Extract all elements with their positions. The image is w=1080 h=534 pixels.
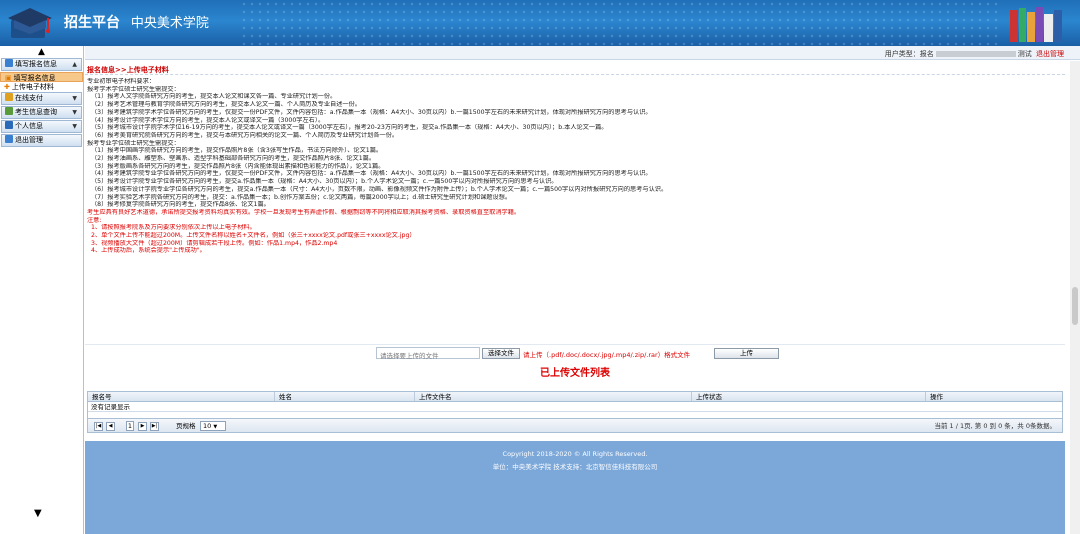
section-title: 报考专业学位硕士研究生需提交： [87,139,180,147]
footer: Copyright 2018-2020 © All Rights Reserve… [85,441,1065,534]
next-page-icon[interactable]: ▶ [138,422,147,431]
user-suffix: 测试 [1017,50,1032,58]
copyright: Copyright 2018-2020 © All Rights Reserve… [502,450,648,458]
payment-icon [5,93,13,101]
sidebar-item-upload-materials[interactable]: ✚ 上传电子材料 [0,82,83,92]
scroll-down-icon[interactable]: ▼ [34,508,42,519]
app-title: 招生平台 中央美术学院 [64,12,209,32]
menu-candidate-query[interactable]: 考生信息查询 ▼ [1,106,82,119]
upload-icon: ✚ [4,83,10,91]
main-panel: 报名信息>>上传电子材料 专业初审电子材料要求： 报考学术学位硕士研究生需提交：… [85,61,1065,534]
sidebar-item-fill-form[interactable]: ▣ 填写报名信息 [0,72,83,82]
upload-button[interactable]: 上传 [714,348,779,359]
sidebar-item-label: 填写报名信息 [13,74,56,82]
pagination-bar: |◀ ◀ 1 ▶ ▶| 页规格 10 ▼ 当前 1 / 1页, 第 0 到 0 … [88,418,1062,432]
integrity-warning: 考生应具有良好艺术道德，承诺所提交报考资料均真实有效。学校一旦发现考生有弄虚作假… [87,208,521,216]
platform-name: 招生平台 [64,15,120,31]
requirements-text: 专业初审电子材料要求： 报考学术学位硕士研究生需提交： （1）报考人文学院各研究… [85,75,1065,258]
menu-label: 退出管理 [15,136,43,144]
requirement-line: （2）报考艺术管理与教育学院各研究方向的考生，提交本人论文一篇、个人简历及专业自… [91,101,361,109]
chevron-down-icon: ▼ [72,95,77,102]
edit-icon [5,59,13,67]
scrollbar-thumb[interactable] [1072,287,1078,325]
redacted-name [935,51,1016,57]
search-icon [5,107,13,115]
breadcrumb: 报名信息>>上传电子材料 [85,61,1065,75]
menu-logout[interactable]: 退出管理 [1,134,82,147]
uploaded-files-table: 报名号 姓名 上传文件名 上传状态 操作 没有记录显示 |◀ ◀ 1 ▶ ▶| … [87,391,1063,433]
user-type-label: 用户类型：报名 [884,50,934,58]
notice-line: 2、单个文件上传不能超过200M。上传文件名称以姓名+文件名，例如（张三+xxx… [91,232,416,240]
form-icon: ▣ [5,74,12,82]
page-size-select[interactable]: 10 ▼ [200,421,226,431]
chevron-down-icon: ▼ [213,424,218,430]
books-icon [1010,7,1062,42]
vertical-scrollbar[interactable] [1070,61,1080,534]
uploaded-list-title: 已上传文件列表 [540,368,610,379]
prev-page-icon[interactable]: ◀ [106,422,115,431]
requirement-line: （3）报考版画系各研究方向的考生，提交作品照片8张（内含能体现出素描和色彩能力的… [91,162,385,170]
chevron-down-icon: ▼ [72,123,77,130]
chevron-down-icon: ▼ [72,109,77,116]
footer-credits: 单位：中央美术学院 技术支持：北京智信佳科技有限公司 [492,463,658,471]
user-icon [5,121,13,129]
column-header[interactable]: 操作 [926,392,1062,401]
column-header[interactable]: 报名号 [88,392,275,401]
menu-label: 填写报名信息 [15,60,57,68]
menu-online-payment[interactable]: 在线支付 ▼ [1,92,82,105]
user-bar: 用户类型：报名 测试 退出管理 [85,46,1080,60]
collapse-up-icon[interactable]: ▲ [0,46,83,58]
pagination-info: 当前 1 / 1页, 第 0 到 0 条，共 0条数据。 [934,422,1056,430]
intro-line: 专业初审电子材料要求： [87,78,156,85]
column-header[interactable]: 上传状态 [692,392,926,401]
choose-file-button[interactable]: 选择文件 [482,348,520,359]
first-page-icon[interactable]: |◀ [94,422,103,431]
logout-link[interactable]: 退出管理 [1036,50,1064,58]
requirement-line: （8）报考修复学院各研究方向的考生，提交作品8张、论文1篇。 [91,201,270,209]
requirement-line: （7）报考实验艺术学院各研究方向的考生，提交：a.作品集一本；b.创作方案五份；… [91,193,512,201]
column-header[interactable]: 上传文件名 [415,392,692,401]
menu-personal-info[interactable]: 个人信息 ▼ [1,120,82,133]
format-hint: 请上传（.pdf/.doc/.docx/.jpg/.mp4/.zip/.rar）… [523,351,691,359]
requirement-line: （5）报考设计学院专业学位各研究方向的考生，提交a.作品集一本（规格：A4大小、… [91,178,558,186]
requirement-line: （4）报考设计学院学术学位方向的考生，提交本人论文或译文一篇（3000字左右）。 [91,116,325,124]
menu-label: 个人信息 [15,122,43,130]
requirement-line: （4）报考建筑学院专业学位各研究方向的考生，仅提交一份PDF文件，文件内容包括：… [91,170,652,178]
sidebar-item-label: 上传电子材料 [11,83,54,91]
school-name: 中央美术学院 [130,16,209,31]
header-decoration [240,0,1000,46]
page-size-value: 10 [203,422,212,430]
file-path-input[interactable]: 请选择要上传的文件 [376,347,480,360]
table-header: 报名号 姓名 上传文件名 上传状态 操作 [88,392,1062,402]
menu-label: 在线支付 [15,94,43,102]
section-title: 报考学术学位硕士研究生需提交： [87,85,180,93]
menu-fill-application[interactable]: 填写报名信息 ▲ [1,58,82,71]
notice-line: 1、请按照报考院系及方向要求分别依次上传以上电子材料。 [91,224,256,232]
requirement-line: （1）报考人文学院各研究方向的考生，提交本人论文和课文各一篇、专业研究计划一份。 [91,93,337,101]
last-page-icon[interactable]: ▶| [150,422,159,431]
notice-title: 注意: [87,216,102,224]
chevron-up-icon: ▲ [72,61,77,68]
page-number-input[interactable]: 1 [126,421,134,431]
requirement-line: （6）报考美育研究院各研究方向的考生，提交与本研究方向相关的论文一篇、个人简历及… [91,131,399,139]
empty-row: 没有记录显示 [88,402,1062,412]
requirement-line: （3）报考建筑学院学术学位各研究方向的考生，仅提交一份PDF文件，文件内容包括：… [91,108,652,116]
logout-icon [5,135,13,143]
menu-label: 考生信息查询 [15,108,57,116]
notice-line: 4、上传成功后，系统会提示"上传成功"。 [91,247,206,255]
requirement-line: （6）报考城市设计学院专业学位各研究方向的考生，提交a.作品集一本（尺寸：A4大… [91,185,668,193]
column-header[interactable]: 姓名 [275,392,415,401]
requirement-line: （5）报考城市设计学院学术学位16-19方向的考生，提交本人论文或译文一篇（30… [91,124,608,132]
upload-bar: 请选择要上传的文件 选择文件 请上传（.pdf/.doc/.docx/.jpg/… [85,344,1065,361]
sidebar: ▲ 填写报名信息 ▲ ▣ 填写报名信息 ✚ 上传电子材料 在线支付 ▼ 考生信息查询… [0,46,84,534]
requirement-line: （2）报考油画系、雕塑系、壁画系、造型学科基础部各研究方向的考生，提交作品照片8… [91,155,376,163]
app-header: 招生平台 中央美术学院 [0,0,1080,46]
notice-line: 3、视频播放大文件（超过200M）请剪辑成若干段上传。例如：作品1.mp4，作品… [91,239,338,247]
graduation-cap-icon [8,8,52,38]
requirement-line: （1）报考中国画学院各研究方向的考生，提交作品照片8张（含3张写生作品，书法方向… [91,147,383,155]
page-size-label: 页规格 [176,422,196,430]
